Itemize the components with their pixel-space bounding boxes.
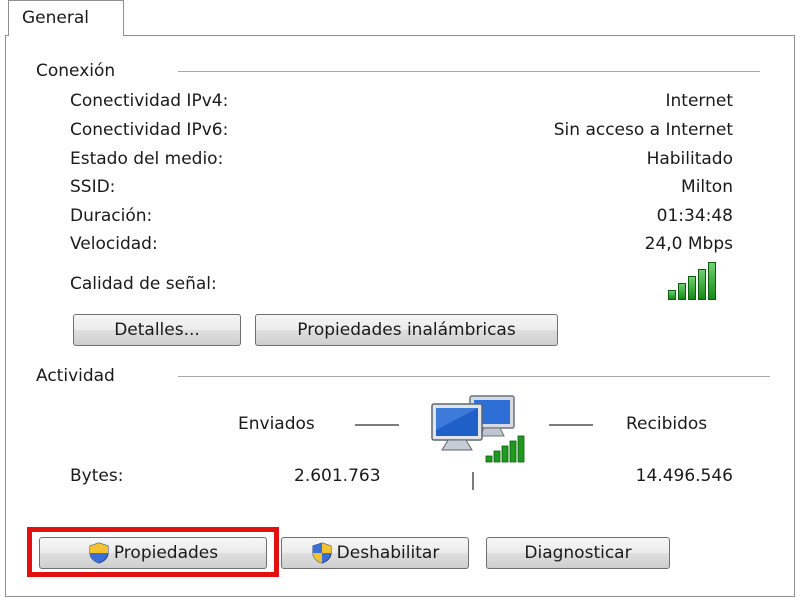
ipv4-label: Conectividad IPv4: — [70, 91, 229, 111]
uac-shield-icon — [312, 542, 332, 564]
ssid-label: SSID: — [70, 177, 116, 197]
signal-bar-5 — [708, 262, 716, 300]
signal-quality-label: Calidad de señal: — [70, 274, 217, 294]
diagnose-button-label: Diagnosticar — [524, 543, 632, 563]
ipv6-value: Sin acceso a Internet — [553, 120, 733, 140]
diagnose-button[interactable]: Diagnosticar — [486, 537, 670, 569]
duration-label: Duración: — [70, 206, 153, 226]
signal-bar-3 — [688, 276, 696, 300]
media-state-label: Estado del medio: — [70, 149, 224, 169]
speed-value: 24,0 Mbps — [644, 234, 733, 254]
ipv6-label: Conectividad IPv6: — [70, 120, 229, 140]
disable-button-label: Deshabilitar — [336, 543, 440, 563]
bytes-sent-value: 2.601.763 — [294, 466, 381, 486]
wireless-properties-button-label: Propiedades inalámbricas — [297, 320, 516, 340]
properties-button-label: Propiedades — [113, 543, 219, 563]
media-state-value: Habilitado — [646, 149, 733, 169]
disable-button[interactable]: Deshabilitar — [281, 537, 469, 569]
connection-group-divider — [178, 71, 760, 72]
ipv4-value: Internet — [665, 91, 733, 111]
activity-group-title: Actividad — [36, 366, 115, 386]
uac-shield-icon — [89, 542, 109, 564]
properties-button[interactable]: Propiedades — [39, 537, 267, 569]
bytes-separator — [472, 472, 474, 490]
details-button[interactable]: Detalles... — [73, 314, 241, 346]
small-signal-bars — [485, 435, 525, 463]
duration-value: 01:34:48 — [656, 206, 733, 226]
details-button-label: Detalles... — [114, 320, 200, 340]
tab-strip: General — [0, 0, 800, 36]
network-computers-icon — [431, 395, 525, 463]
speed-label: Velocidad: — [70, 234, 158, 254]
sent-dash — [355, 424, 399, 426]
signal-bar-1 — [668, 290, 676, 300]
received-dash — [549, 424, 593, 426]
signal-bar-2 — [678, 283, 686, 300]
bytes-received-value: 14.496.546 — [635, 466, 733, 486]
tab-general[interactable]: General — [8, 0, 124, 36]
activity-group-divider — [178, 376, 770, 377]
signal-strength-icon — [668, 262, 716, 300]
sent-label: Enviados — [238, 414, 315, 434]
bytes-label: Bytes: — [70, 466, 124, 486]
connection-group-title: Conexión — [36, 61, 116, 81]
wireless-properties-button[interactable]: Propiedades inalámbricas — [255, 314, 558, 346]
ssid-value: Milton — [681, 177, 733, 197]
received-label: Recibidos — [626, 414, 708, 434]
signal-bar-4 — [698, 269, 706, 300]
